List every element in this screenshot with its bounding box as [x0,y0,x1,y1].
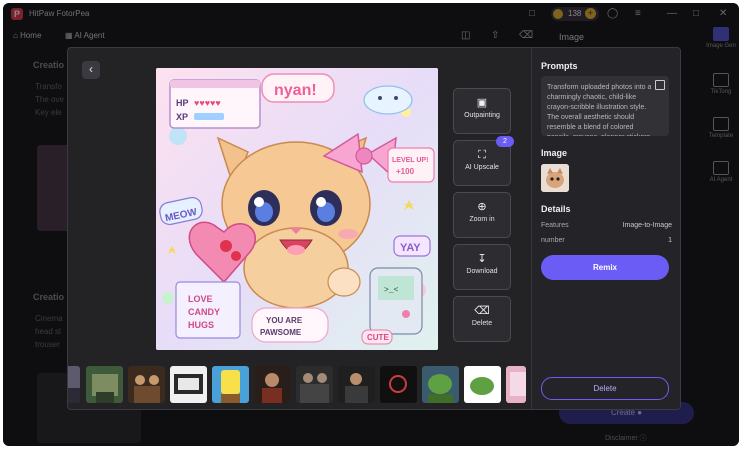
app-window: P HitPaw FotorPea □ 138 + ◯ ≡ — □ ✕ ⌂ Ho… [3,3,739,446]
svg-text:♥♥♥♥♥: ♥♥♥♥♥ [194,98,221,108]
you-are-text: YOU ARE [266,316,303,325]
thumbnail[interactable] [506,366,526,403]
trash-icon: ⌫ [474,305,490,317]
thumbnail[interactable] [212,366,249,403]
zoom-in-button[interactable]: ⊕ Zoom in [453,192,511,238]
ai-upscale-button[interactable]: 2 ⛶ AI Upscale [453,136,514,186]
thumbnail[interactable] [128,366,165,403]
back-button[interactable]: ‹ [82,61,100,79]
delete-tool-label: Delete [471,320,493,327]
pawsome-text: PAWSOME [260,328,302,337]
image-viewer-modal: ‹ HP ♥♥♥♥♥ XP nyan! MEOW LEVEL UP! +100 … [67,47,681,410]
outpaint-icon: ▣ [476,97,488,109]
game-face-text: >_< [384,286,399,295]
download-label: Download [466,268,498,275]
tool-column: ▣ Outpainting 2 ⛶ AI Upscale ⊕ Zoom in ↧… [453,88,514,348]
download-icon: ↧ [477,253,487,265]
image-heading: Image [541,148,568,158]
remix-button[interactable]: Remix [541,255,669,280]
number-value: 1 [668,237,672,244]
level-up-text: LEVEL UP! [392,157,428,164]
details-heading: Details [541,204,571,214]
chevron-left-icon: ‹ [89,62,93,76]
thumbnail[interactable] [170,366,207,403]
yay-text: YAY [400,242,421,254]
thumbnail[interactable] [464,366,501,403]
copy-icon[interactable] [655,80,665,90]
thumbnail-strip [68,364,526,404]
zoom-in-icon: ⊕ [477,201,487,213]
candy-text: CANDY [188,307,220,317]
features-value: Image-to-Image [622,222,672,229]
hp-label: HP [176,98,189,108]
upscale-icon: ⛶ [478,149,486,161]
thumbnail[interactable] [296,366,333,403]
love-text: LOVE [188,294,213,304]
thumbnail[interactable] [380,366,417,403]
features-label: Features [541,222,569,229]
plus-100-text: +100 [396,167,415,176]
cute-text: CUTE [367,333,389,342]
outpainting-label: Outpainting [464,112,500,119]
thumbnail[interactable] [338,366,375,403]
crayon-cat-illustration: HP ♥♥♥♥♥ XP nyan! MEOW LEVEL UP! +100 YA… [156,68,438,350]
prompts-heading: Prompts [541,61,578,71]
thumbnail[interactable] [86,366,123,403]
prompt-text: Transform uploaded photos into a charmin… [547,84,652,136]
generated-image[interactable]: HP ♥♥♥♥♥ XP nyan! MEOW LEVEL UP! +100 YA… [156,68,438,350]
thumbnail[interactable] [254,366,291,403]
outpainting-button[interactable]: ▣ Outpainting [453,88,511,134]
ai-upscale-label: AI Upscale [465,164,499,171]
delete-tool-button[interactable]: ⌫ Delete [453,296,511,342]
number-label: number [541,237,565,244]
thumbnail[interactable] [68,366,80,403]
prompt-box: Transform uploaded photos into a charmin… [541,76,669,136]
details-panel: Prompts Transform uploaded photos into a… [531,48,680,409]
zoom-in-label: Zoom in [469,216,495,223]
hugs-text: HUGS [188,320,214,330]
thumbnail[interactable] [422,366,459,403]
xp-label: XP [176,112,188,122]
nyan-text: nyan! [274,82,317,99]
download-button[interactable]: ↧ Download [453,244,511,290]
delete-button[interactable]: Delete [541,377,669,400]
source-image-thumbnail[interactable] [541,164,569,192]
upscale-badge: 2 [496,136,514,147]
